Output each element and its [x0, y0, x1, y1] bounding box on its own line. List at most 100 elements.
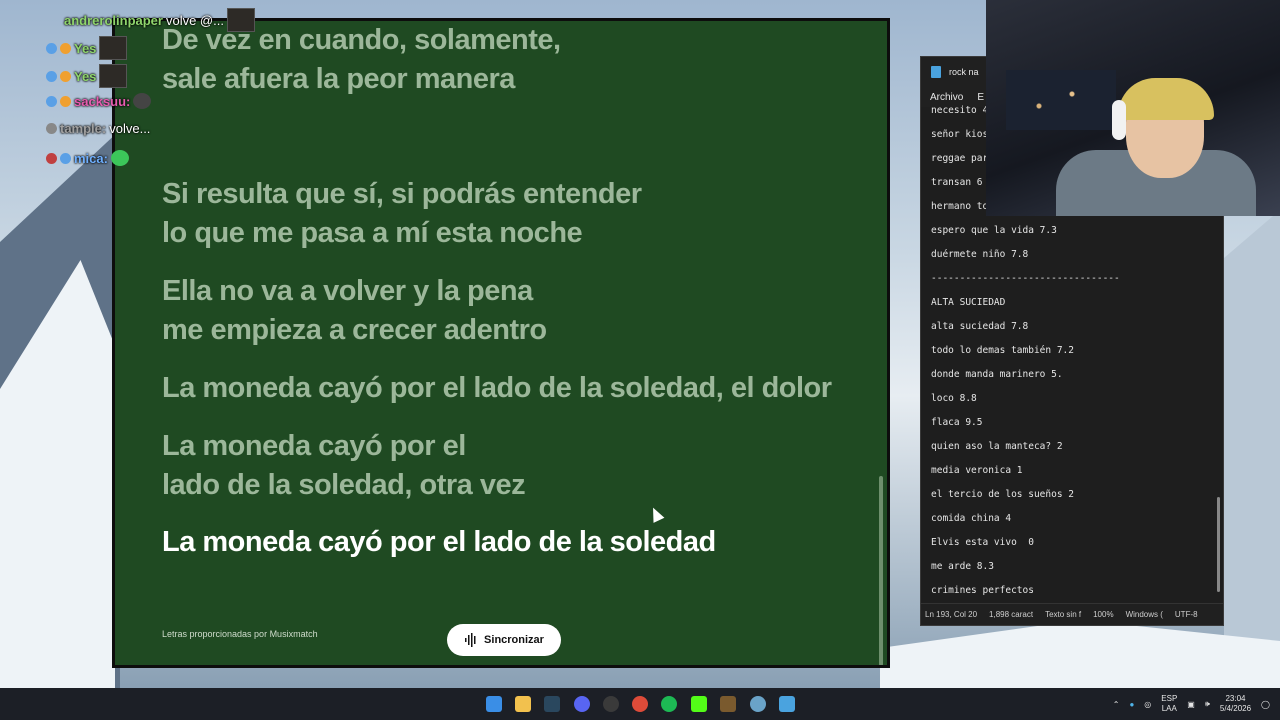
text-line: reggae par [931, 153, 989, 164]
taskbar: ⌃ ● ◎ ESP LAA ▣ 🕪 23:04 5/4/2026 ◯ [0, 688, 1280, 720]
text-line: --------------------------------- [931, 273, 1120, 284]
system-tray: ⌃ ● ◎ ESP LAA ▣ 🕪 23:04 5/4/2026 ◯ [1113, 688, 1270, 720]
headphones [1112, 100, 1126, 140]
spotify-icon[interactable] [661, 696, 677, 712]
minecraft-icon[interactable] [720, 696, 736, 712]
notepad-scrollbar[interactable] [1217, 497, 1220, 592]
notepad-tab-title[interactable]: rock na [949, 67, 979, 77]
status-position: Ln 193, Col 20 [925, 610, 978, 619]
lyric-line[interactable]: De vez en cuando, solamente, sale afuera… [162, 21, 561, 99]
obs-icon[interactable] [603, 696, 619, 712]
chat-message: Yes [46, 64, 128, 88]
lyrics-credits: Letras proporcionadas por Musixmatch [162, 629, 318, 639]
badge-icon [60, 42, 71, 54]
status-chars: 1,898 caract [989, 610, 1034, 619]
badge-icon [46, 95, 57, 107]
clock-date: 5/4/2026 [1219, 704, 1252, 713]
chat-message: Yes [46, 36, 128, 60]
text-line: el tercio de los sueños 2 [931, 489, 1074, 500]
text-line: me arde 8.3 [931, 561, 994, 572]
text-line: espero que la vida 7.3 [931, 225, 1057, 236]
text-line: donde manda marinero 5. [931, 369, 1063, 380]
chat-message: sacksuu: [46, 93, 152, 109]
chat-text: volve @... [165, 12, 224, 28]
text-line: todo lo demas también 7.2 [931, 345, 1074, 356]
chat-message: tample: volve... [46, 121, 150, 136]
lyrics-panel: De vez en cuando, solamente, sale afuera… [112, 18, 890, 668]
text-line: ALTA SUCIEDAD [931, 297, 1006, 308]
city-window [1006, 70, 1116, 130]
sync-button[interactable]: Sincronizar [447, 624, 561, 656]
notepad-taskbar-icon[interactable] [779, 696, 795, 712]
emote-icon [99, 64, 128, 88]
badge-icon [60, 95, 71, 107]
text-line: duérmete niño 7.8 [931, 249, 1029, 260]
text-line: señor kios [931, 129, 989, 140]
chat-username: sacksuu: [74, 93, 131, 109]
emote-icon [110, 150, 129, 166]
chat-username: Yes [74, 40, 97, 56]
snow-bottom [880, 620, 1280, 690]
text-line: media veronica 1 [931, 465, 1023, 476]
defender-icon[interactable]: ● [1129, 700, 1134, 709]
lyric-line-active[interactable]: La moneda cayó por el lado de la soledad [162, 523, 716, 562]
status-line-ending[interactable]: Windows ( [1126, 610, 1163, 619]
clock[interactable]: 23:04 5/4/2026 [1220, 694, 1251, 714]
emote-icon [99, 36, 128, 60]
refresh-app-icon[interactable] [750, 696, 766, 712]
lyric-line[interactable]: La moneda cayó por el lado de la soledad… [162, 369, 832, 408]
chat-username: Yes [74, 68, 97, 84]
badge-icon [46, 70, 57, 82]
chat-message: mica: [46, 150, 129, 166]
status-zoom[interactable]: 100% [1093, 610, 1113, 619]
lyric-line[interactable]: Si resulta que sí, si podrás entender lo… [162, 175, 642, 253]
chat-text: volve... [109, 121, 151, 136]
lang-top: ESP [1161, 694, 1178, 703]
badge-icon [60, 152, 71, 164]
chevron-up-icon[interactable]: ⌃ [1113, 700, 1120, 709]
streamer-hat [1118, 78, 1214, 120]
language-indicator[interactable]: ESP LAA [1161, 694, 1177, 714]
notification-icon[interactable]: ◯ [1261, 700, 1270, 709]
text-line: comida china 4 [931, 513, 1012, 524]
text-line: necesito 4 [931, 105, 989, 116]
text-line: quien aso la manteca? 2 [931, 441, 1063, 452]
text-line: transan 6 [931, 177, 983, 188]
badge-icon [60, 70, 71, 82]
badge-icon [46, 42, 57, 54]
notepad-icon [931, 66, 941, 78]
notepad-statusbar: Ln 193, Col 20 1,898 caract Texto sin f … [921, 603, 1223, 625]
text-line: alta suciedad 7.8 [931, 321, 1029, 332]
lyric-line[interactable]: La moneda cayó por el lado de la soledad… [162, 427, 526, 505]
chrome-icon[interactable] [632, 696, 648, 712]
badge-icon [46, 123, 57, 134]
windows-start-icon[interactable] [486, 696, 502, 712]
menu-archivo[interactable]: Archivo [930, 92, 963, 103]
emote-icon [226, 8, 255, 32]
volume-icon[interactable]: 🕪 [1205, 699, 1210, 709]
network-icon[interactable]: ▣ [1187, 700, 1195, 709]
soundwave-icon [465, 633, 476, 647]
lyric-line[interactable]: Ella no va a volver y la pena me empieza… [162, 272, 547, 350]
status-encoding[interactable]: UTF-8 [1175, 610, 1198, 619]
scrollbar[interactable] [879, 476, 883, 665]
chat-username: andrerolinpaper [64, 12, 163, 28]
chat-username: mica: [74, 150, 108, 166]
microphone-icon[interactable]: ◎ [1144, 700, 1151, 709]
text-line: Elvis esta vivo 0 [931, 537, 1034, 548]
badge-icon [46, 152, 57, 164]
kick-icon[interactable] [691, 696, 707, 712]
menu-editar[interactable]: E [977, 92, 984, 103]
text-line: loco 8.8 [931, 393, 977, 404]
steam-icon[interactable] [544, 696, 560, 712]
discord-icon[interactable] [574, 696, 590, 712]
lang-bottom: LAA [1161, 704, 1177, 713]
status-format[interactable]: Texto sin f [1045, 610, 1081, 619]
text-line: flaca 9.5 [931, 417, 983, 428]
chat-message: andrerolinpaper volve @... [64, 8, 255, 32]
clock-time: 23:04 [1225, 694, 1246, 703]
sync-label: Sincronizar [484, 634, 544, 646]
file-explorer-icon[interactable] [515, 696, 531, 712]
text-line: hermano to [931, 201, 989, 212]
emote-icon [133, 93, 152, 109]
